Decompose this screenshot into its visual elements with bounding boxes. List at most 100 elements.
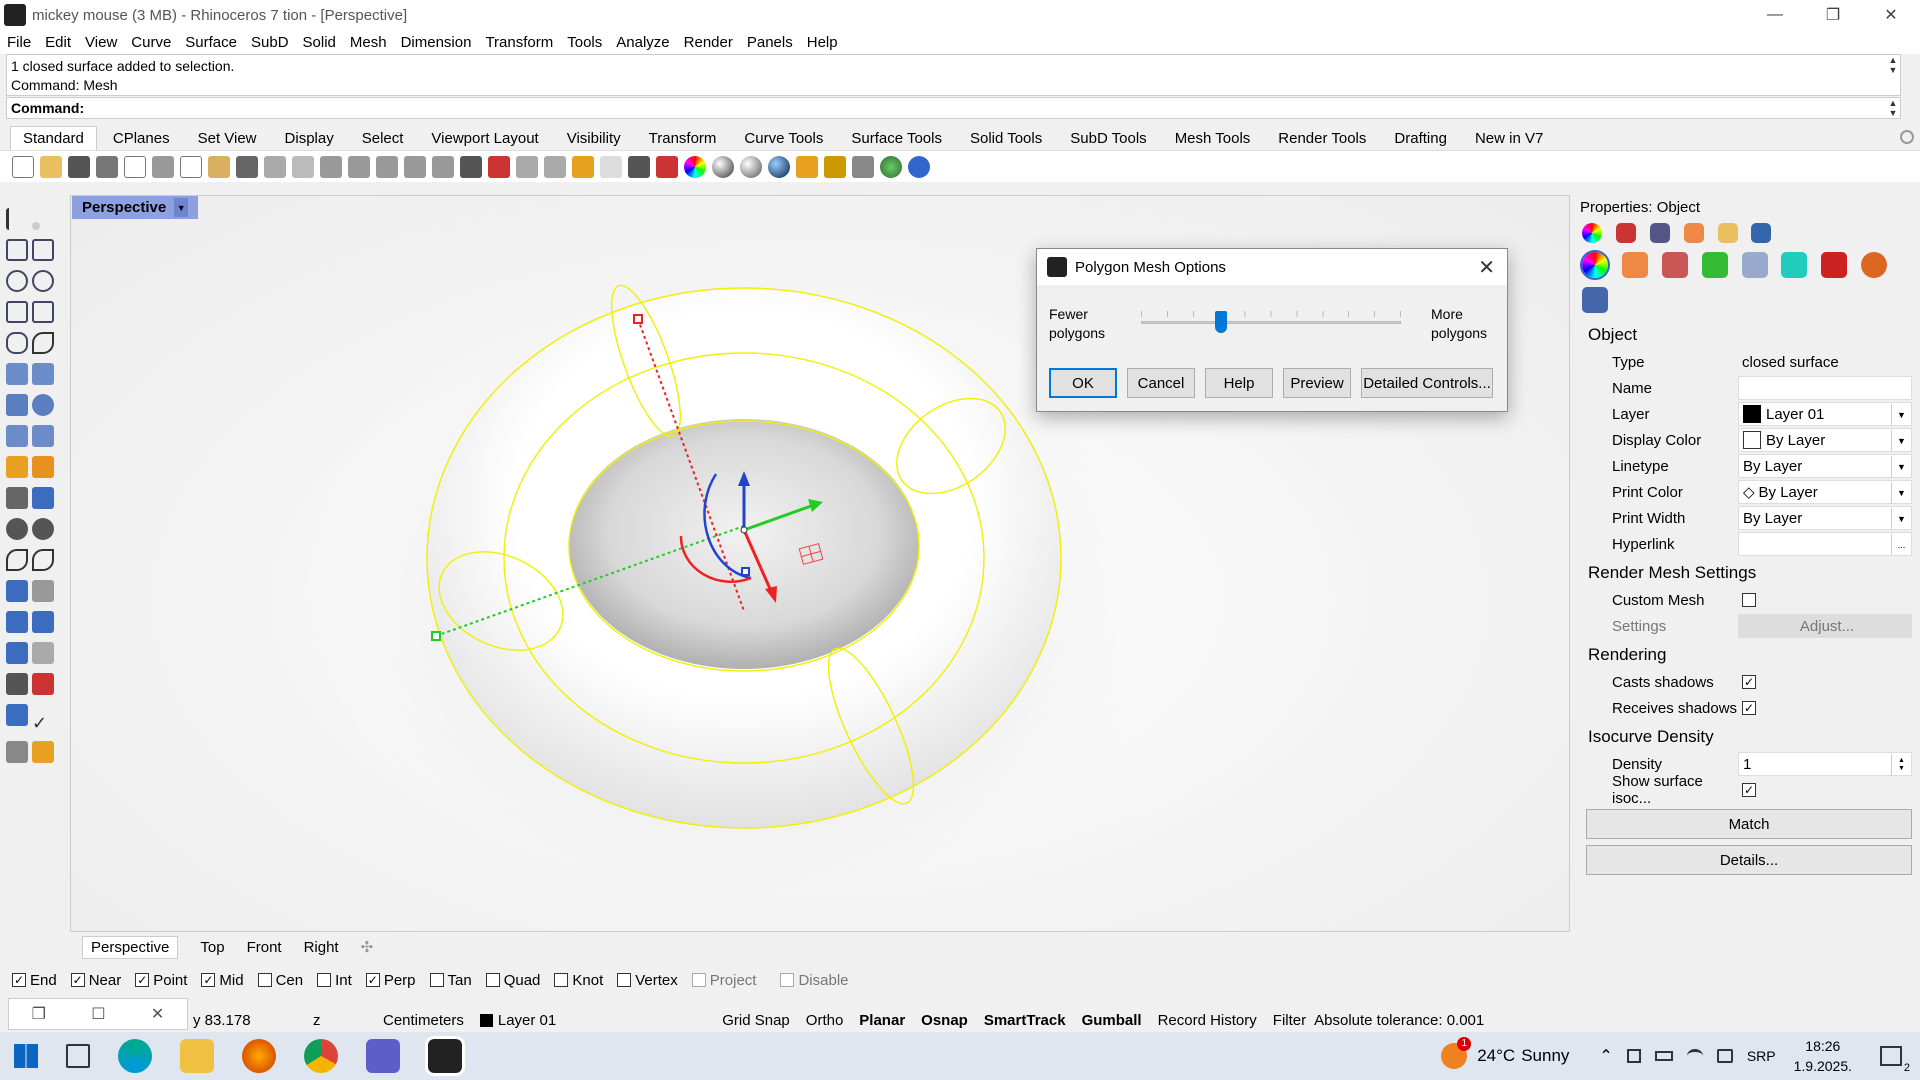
light-tool-icon[interactable]: [6, 456, 28, 478]
add-viewport-icon[interactable]: ✣: [361, 938, 374, 956]
tab-subd-tools[interactable]: SubD Tools: [1058, 127, 1158, 150]
maximize-button[interactable]: ❐: [1804, 0, 1862, 30]
undo-view-icon[interactable]: [432, 155, 454, 178]
gumball-scale-handle[interactable]: [741, 567, 750, 576]
teal-cube-icon[interactable]: [1781, 252, 1808, 278]
osnap-tan[interactable]: Tan: [429, 972, 472, 989]
tray-expand-icon[interactable]: ⌃: [1599, 1046, 1612, 1066]
chevron-down-icon[interactable]: ▼: [1891, 456, 1911, 477]
open-file-icon[interactable]: [40, 155, 62, 178]
history-scroll[interactable]: ▲ ▼: [1886, 55, 1900, 75]
freeform-icon[interactable]: [32, 332, 54, 354]
viewport-tab-front[interactable]: Front: [247, 939, 282, 956]
osnap-project-checkbox[interactable]: [691, 973, 706, 987]
help-icon[interactable]: [908, 155, 930, 178]
menu-help[interactable]: Help: [807, 34, 838, 51]
viewport-tab-perspective[interactable]: Perspective: [82, 935, 179, 959]
undo-icon[interactable]: [236, 155, 258, 178]
osnap-near-checkbox[interactable]: ✓: [70, 973, 85, 987]
tab-transform[interactable]: Transform: [637, 127, 729, 150]
device-icon[interactable]: [1626, 1049, 1641, 1063]
smarttrack-toggle[interactable]: SmartTrack: [976, 1012, 1074, 1029]
chevron-down-icon[interactable]: ▼: [1891, 482, 1911, 503]
fillet-icon[interactable]: [6, 549, 28, 571]
dim-tool-icon[interactable]: [32, 580, 54, 602]
menu-dimension[interactable]: Dimension: [401, 34, 472, 51]
osnap-tan-checkbox[interactable]: [429, 973, 444, 987]
cancel-button[interactable]: Cancel: [1127, 368, 1195, 398]
menu-edit[interactable]: Edit: [45, 34, 71, 51]
render-icon[interactable]: [768, 155, 790, 178]
osnap-end[interactable]: ✓ End: [12, 972, 57, 989]
custom-mesh-checkbox[interactable]: [1742, 593, 1756, 607]
polyline-icon[interactable]: [6, 239, 28, 261]
ok-button[interactable]: OK: [1049, 368, 1117, 398]
dimension-icon[interactable]: [852, 155, 874, 178]
solid-box-icon[interactable]: [6, 642, 28, 664]
light-icon[interactable]: [600, 155, 622, 178]
point-icon[interactable]: [32, 222, 40, 230]
paste-icon[interactable]: [208, 155, 230, 178]
task-view-icon[interactable]: [66, 1044, 90, 1068]
curve-tool-icon[interactable]: [796, 155, 818, 178]
help-button[interactable]: Help: [1205, 368, 1273, 398]
pan-icon[interactable]: [264, 155, 286, 178]
polygon-icon[interactable]: [6, 332, 28, 354]
viewport-menu-chevron-icon[interactable]: ▼: [174, 198, 189, 217]
arc-icon[interactable]: [6, 301, 28, 323]
density-spinner[interactable]: ▲ ▼: [1891, 754, 1911, 775]
tab-display[interactable]: Display: [273, 127, 346, 150]
notifications-icon[interactable]: 2: [1880, 1046, 1910, 1074]
menu-analyze[interactable]: Analyze: [616, 34, 669, 51]
teams-icon[interactable]: [366, 1039, 400, 1073]
material-tab-icon[interactable]: [1615, 223, 1636, 243]
folder-tab-icon[interactable]: [1717, 223, 1738, 243]
select-icon[interactable]: [6, 208, 28, 230]
boolean-icon[interactable]: [6, 518, 28, 540]
command-line[interactable]: Command: ▲ ▼: [6, 97, 1901, 119]
ortho-toggle[interactable]: Ortho: [798, 1012, 852, 1029]
command-history[interactable]: 1 closed surface added to selection. Com…: [6, 54, 1901, 96]
tab-new-in-v7[interactable]: New in V7: [1463, 127, 1555, 150]
osnap-knot[interactable]: Knot: [554, 972, 603, 989]
wifi-icon[interactable]: [1686, 1049, 1703, 1063]
red-box-icon[interactable]: [1821, 252, 1848, 278]
tab-mesh-tools[interactable]: Mesh Tools: [1163, 127, 1263, 150]
filter-toggle[interactable]: Filter: [1265, 1012, 1314, 1029]
grid-snap-toggle[interactable]: Grid Snap: [714, 1012, 798, 1029]
linetype-select[interactable]: By Layer ▼: [1738, 454, 1912, 478]
tab-cplanes[interactable]: CPlanes: [101, 127, 182, 150]
save-icon[interactable]: [68, 155, 90, 178]
weather-temp[interactable]: 24°C: [1477, 1046, 1515, 1066]
menu-view[interactable]: View: [85, 34, 117, 51]
details-button[interactable]: Details...: [1586, 845, 1912, 875]
cylinder-icon[interactable]: [6, 425, 28, 447]
curve-icon[interactable]: [32, 239, 54, 261]
tab-drafting[interactable]: Drafting: [1382, 127, 1459, 150]
offset-icon[interactable]: [32, 549, 54, 571]
options-icon[interactable]: [824, 155, 846, 178]
osnap-point-checkbox[interactable]: ✓: [135, 973, 150, 987]
chevron-down-icon[interactable]: ▼: [1891, 404, 1911, 425]
color-wheel-icon[interactable]: [684, 155, 706, 178]
osnap-vertex-checkbox[interactable]: [617, 973, 632, 987]
viewport-tab-right[interactable]: Right: [304, 939, 339, 956]
help-tab-icon[interactable]: [1751, 223, 1772, 243]
tab-surface-tools[interactable]: Surface Tools: [839, 127, 954, 150]
receives-shadows-checkbox[interactable]: ✓: [1742, 701, 1756, 715]
menu-solid[interactable]: Solid: [303, 34, 336, 51]
osnap-end-checkbox[interactable]: ✓: [12, 973, 26, 987]
current-layer[interactable]: Layer 01: [472, 1012, 564, 1029]
surface-curve-icon[interactable]: [32, 363, 54, 385]
osnap-perp[interactable]: ✓ Perp: [365, 972, 416, 989]
new-file-icon[interactable]: [12, 155, 34, 178]
file-explorer-icon[interactable]: [180, 1039, 214, 1073]
texture-icon[interactable]: [1661, 252, 1688, 278]
casts-shadows-checkbox[interactable]: ✓: [1742, 675, 1756, 689]
box-icon[interactable]: [6, 394, 28, 416]
menu-mesh[interactable]: Mesh: [350, 34, 387, 51]
chrome-icon[interactable]: [304, 1039, 338, 1073]
zoom-selected-icon[interactable]: [404, 155, 426, 178]
plane-icon[interactable]: [32, 425, 54, 447]
menu-curve[interactable]: Curve: [131, 34, 171, 51]
